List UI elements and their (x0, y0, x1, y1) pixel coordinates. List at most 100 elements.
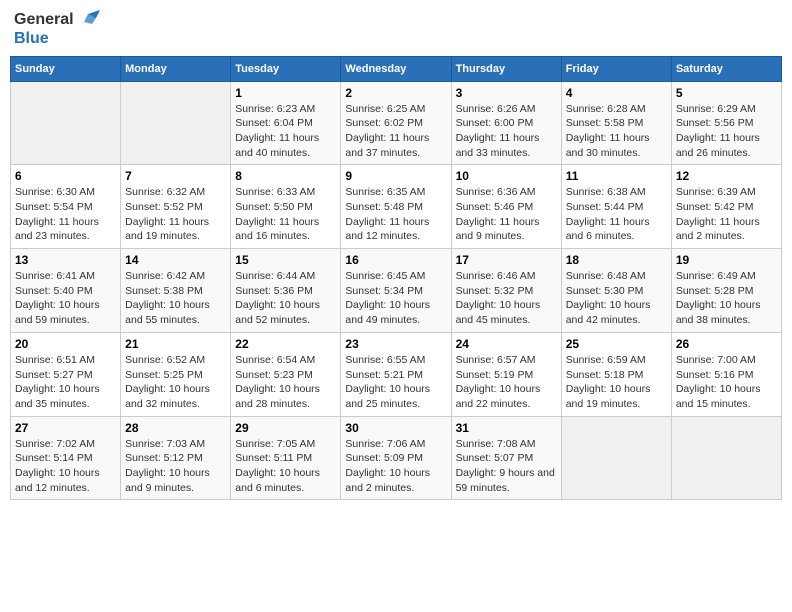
day-info: Sunrise: 6:28 AM Sunset: 5:58 PM Dayligh… (566, 102, 667, 161)
day-number: 17 (456, 253, 557, 267)
calendar-cell: 18 Sunrise: 6:48 AM Sunset: 5:30 PM Dayli… (561, 249, 671, 333)
calendar-cell: 20 Sunrise: 6:51 AM Sunset: 5:27 PM Dayli… (11, 332, 121, 416)
calendar-table: SundayMondayTuesdayWednesdayThursdayFrid… (10, 56, 782, 501)
day-number: 1 (235, 86, 336, 100)
day-number: 16 (345, 253, 446, 267)
weekday-header: Friday (561, 56, 671, 81)
calendar-week-row: 13 Sunrise: 6:41 AM Sunset: 5:40 PM Dayli… (11, 249, 782, 333)
day-number: 27 (15, 421, 116, 435)
calendar-cell (671, 416, 781, 500)
weekday-header: Saturday (671, 56, 781, 81)
day-number: 6 (15, 169, 116, 183)
calendar-cell: 30 Sunrise: 7:06 AM Sunset: 5:09 PM Dayli… (341, 416, 451, 500)
day-info: Sunrise: 6:45 AM Sunset: 5:34 PM Dayligh… (345, 269, 446, 328)
calendar-cell: 13 Sunrise: 6:41 AM Sunset: 5:40 PM Dayli… (11, 249, 121, 333)
calendar-cell: 28 Sunrise: 7:03 AM Sunset: 5:12 PM Dayli… (121, 416, 231, 500)
day-number: 11 (566, 169, 667, 183)
calendar-cell: 1Sunrise: 6:23 AM Sunset: 6:04 PM Daylig… (231, 81, 341, 165)
calendar-cell: 23 Sunrise: 6:55 AM Sunset: 5:21 PM Dayli… (341, 332, 451, 416)
calendar-cell (11, 81, 121, 165)
day-number: 30 (345, 421, 446, 435)
day-info: Sunrise: 6:44 AM Sunset: 5:36 PM Dayligh… (235, 269, 336, 328)
day-info: Sunrise: 6:54 AM Sunset: 5:23 PM Dayligh… (235, 353, 336, 412)
weekday-header: Tuesday (231, 56, 341, 81)
calendar-week-row: 1Sunrise: 6:23 AM Sunset: 6:04 PM Daylig… (11, 81, 782, 165)
day-info: Sunrise: 6:25 AM Sunset: 6:02 PM Dayligh… (345, 102, 446, 161)
calendar-cell: 21Sunrise: 6:52 AM Sunset: 5:25 PM Dayli… (121, 332, 231, 416)
day-info: Sunrise: 7:00 AM Sunset: 5:16 PM Dayligh… (676, 353, 777, 412)
day-number: 21 (125, 337, 226, 351)
day-number: 23 (345, 337, 446, 351)
day-number: 2 (345, 86, 446, 100)
day-number: 4 (566, 86, 667, 100)
day-number: 3 (456, 86, 557, 100)
weekday-header-row: SundayMondayTuesdayWednesdayThursdayFrid… (11, 56, 782, 81)
calendar-cell: 3 Sunrise: 6:26 AM Sunset: 6:00 PM Daylig… (451, 81, 561, 165)
day-info: Sunrise: 6:30 AM Sunset: 5:54 PM Dayligh… (15, 185, 116, 244)
day-info: Sunrise: 7:02 AM Sunset: 5:14 PM Dayligh… (15, 437, 116, 496)
calendar-cell: 22Sunrise: 6:54 AM Sunset: 5:23 PM Dayli… (231, 332, 341, 416)
day-info: Sunrise: 6:42 AM Sunset: 5:38 PM Dayligh… (125, 269, 226, 328)
page-header: General Blue (10, 10, 782, 48)
calendar-cell: 8 Sunrise: 6:33 AM Sunset: 5:50 PM Daylig… (231, 165, 341, 249)
calendar-cell: 7Sunrise: 6:32 AM Sunset: 5:52 PM Daylig… (121, 165, 231, 249)
calendar-week-row: 6 Sunrise: 6:30 AM Sunset: 5:54 PM Daylig… (11, 165, 782, 249)
calendar-cell: 2 Sunrise: 6:25 AM Sunset: 6:02 PM Daylig… (341, 81, 451, 165)
day-number: 8 (235, 169, 336, 183)
day-number: 15 (235, 253, 336, 267)
day-info: Sunrise: 6:48 AM Sunset: 5:30 PM Dayligh… (566, 269, 667, 328)
day-number: 14 (125, 253, 226, 267)
day-info: Sunrise: 6:38 AM Sunset: 5:44 PM Dayligh… (566, 185, 667, 244)
day-info: Sunrise: 6:55 AM Sunset: 5:21 PM Dayligh… (345, 353, 446, 412)
logo-blue: Blue (14, 30, 49, 48)
weekday-header: Monday (121, 56, 231, 81)
calendar-cell: 26 Sunrise: 7:00 AM Sunset: 5:16 PM Dayli… (671, 332, 781, 416)
day-info: Sunrise: 6:35 AM Sunset: 5:48 PM Dayligh… (345, 185, 446, 244)
day-number: 13 (15, 253, 116, 267)
day-info: Sunrise: 7:06 AM Sunset: 5:09 PM Dayligh… (345, 437, 446, 496)
day-info: Sunrise: 6:41 AM Sunset: 5:40 PM Dayligh… (15, 269, 116, 328)
calendar-cell: 9 Sunrise: 6:35 AM Sunset: 5:48 PM Daylig… (341, 165, 451, 249)
calendar-week-row: 27 Sunrise: 7:02 AM Sunset: 5:14 PM Dayli… (11, 416, 782, 500)
day-number: 31 (456, 421, 557, 435)
calendar-cell: 31 Sunrise: 7:08 AM Sunset: 5:07 PM Dayli… (451, 416, 561, 500)
day-number: 5 (676, 86, 777, 100)
calendar-cell: 14 Sunrise: 6:42 AM Sunset: 5:38 PM Dayli… (121, 249, 231, 333)
day-info: Sunrise: 7:08 AM Sunset: 5:07 PM Dayligh… (456, 437, 557, 496)
day-info: Sunrise: 7:03 AM Sunset: 5:12 PM Dayligh… (125, 437, 226, 496)
day-number: 18 (566, 253, 667, 267)
day-info: Sunrise: 6:49 AM Sunset: 5:28 PM Dayligh… (676, 269, 777, 328)
logo-text: General Blue (14, 10, 100, 48)
day-info: Sunrise: 6:39 AM Sunset: 5:42 PM Dayligh… (676, 185, 777, 244)
day-info: Sunrise: 6:46 AM Sunset: 5:32 PM Dayligh… (456, 269, 557, 328)
day-number: 20 (15, 337, 116, 351)
day-info: Sunrise: 6:59 AM Sunset: 5:18 PM Dayligh… (566, 353, 667, 412)
calendar-cell: 17 Sunrise: 6:46 AM Sunset: 5:32 PM Dayli… (451, 249, 561, 333)
day-info: Sunrise: 6:29 AM Sunset: 5:56 PM Dayligh… (676, 102, 777, 161)
day-number: 28 (125, 421, 226, 435)
day-info: Sunrise: 6:33 AM Sunset: 5:50 PM Dayligh… (235, 185, 336, 244)
calendar-cell: 16 Sunrise: 6:45 AM Sunset: 5:34 PM Dayli… (341, 249, 451, 333)
calendar-cell: 29Sunrise: 7:05 AM Sunset: 5:11 PM Dayli… (231, 416, 341, 500)
day-info: Sunrise: 6:26 AM Sunset: 6:00 PM Dayligh… (456, 102, 557, 161)
day-info: Sunrise: 6:57 AM Sunset: 5:19 PM Dayligh… (456, 353, 557, 412)
weekday-header: Sunday (11, 56, 121, 81)
day-number: 26 (676, 337, 777, 351)
calendar-cell: 24 Sunrise: 6:57 AM Sunset: 5:19 PM Dayli… (451, 332, 561, 416)
calendar-cell: 6 Sunrise: 6:30 AM Sunset: 5:54 PM Daylig… (11, 165, 121, 249)
logo-bird-icon (76, 10, 100, 30)
day-number: 12 (676, 169, 777, 183)
logo: General Blue (14, 10, 100, 48)
weekday-header: Wednesday (341, 56, 451, 81)
calendar-cell: 5 Sunrise: 6:29 AM Sunset: 5:56 PM Daylig… (671, 81, 781, 165)
day-number: 10 (456, 169, 557, 183)
calendar-cell: 4 Sunrise: 6:28 AM Sunset: 5:58 PM Daylig… (561, 81, 671, 165)
day-number: 7 (125, 169, 226, 183)
day-info: Sunrise: 6:36 AM Sunset: 5:46 PM Dayligh… (456, 185, 557, 244)
day-number: 9 (345, 169, 446, 183)
day-info: Sunrise: 6:51 AM Sunset: 5:27 PM Dayligh… (15, 353, 116, 412)
weekday-header: Thursday (451, 56, 561, 81)
calendar-cell: 27 Sunrise: 7:02 AM Sunset: 5:14 PM Dayli… (11, 416, 121, 500)
calendar-cell (121, 81, 231, 165)
day-number: 24 (456, 337, 557, 351)
